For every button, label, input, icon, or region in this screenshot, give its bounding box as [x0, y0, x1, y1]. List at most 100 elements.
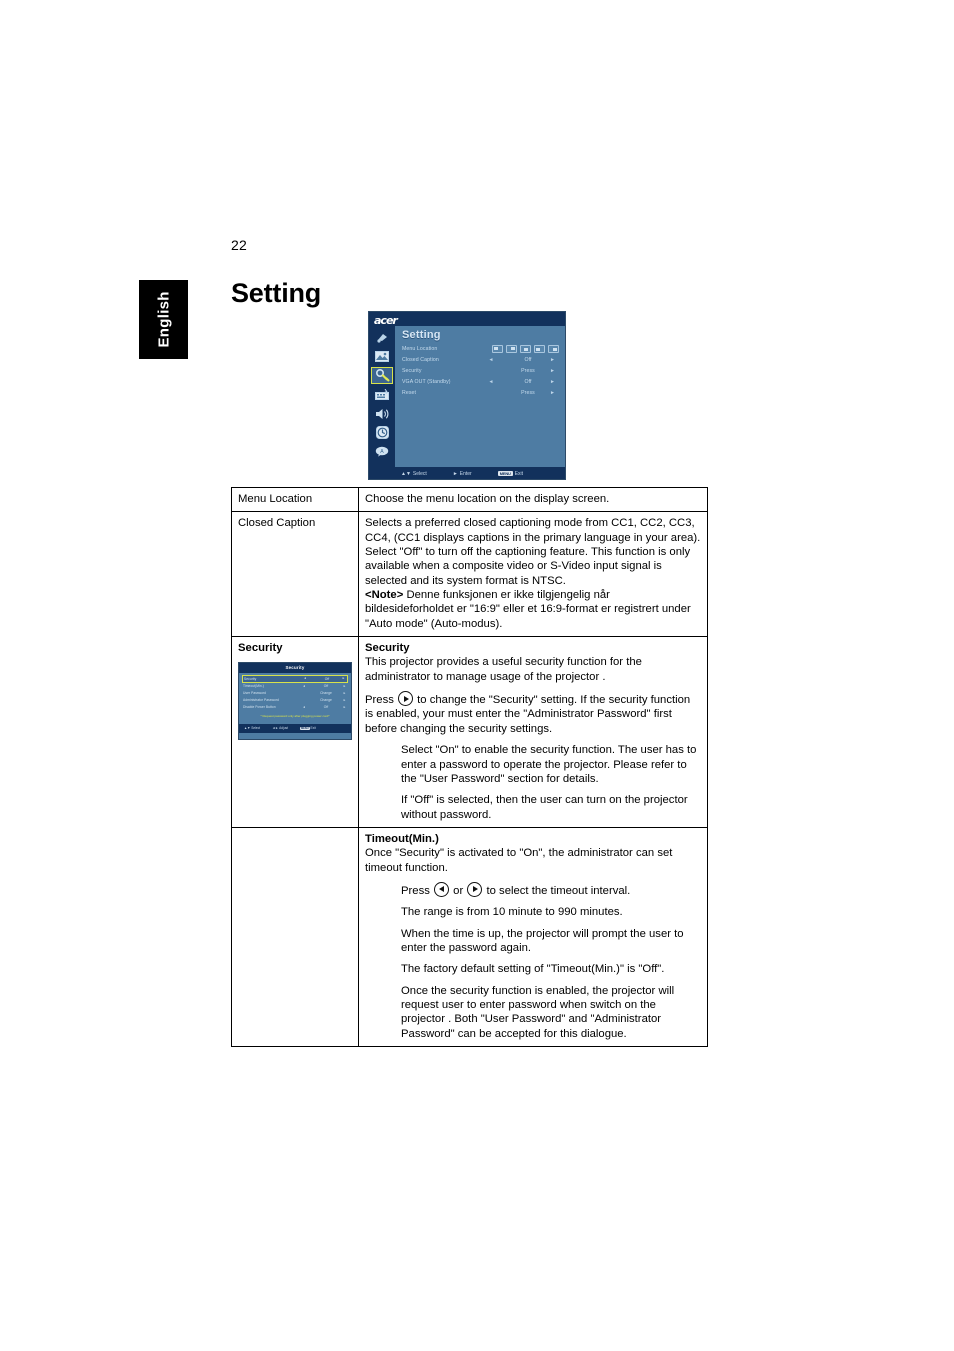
- section-intro: Once "Security" is activated to "On", th…: [365, 847, 673, 874]
- footer-select: ▲▼ Select: [401, 471, 427, 477]
- location-top-right-icon[interactable]: [506, 344, 517, 353]
- right-arrow-icon[interactable]: ►: [548, 357, 559, 363]
- left-arrow-icon[interactable]: ◄: [474, 357, 508, 363]
- press-instruction: Press or to select the timeout interval.: [401, 881, 701, 898]
- osd-body: A Setting Menu Location Closed Caption ◄…: [369, 326, 565, 467]
- timer-clock-icon[interactable]: [371, 424, 393, 441]
- osd-security-footer: ▲▼ Select ◄► Adjust MENU Exit: [239, 723, 351, 733]
- row-value: Off: [324, 676, 330, 681]
- footer-select: ▲▼ Select: [244, 726, 260, 730]
- osd-security-row-security[interactable]: Security ◄ Off ►: [242, 675, 348, 684]
- right-arrow-icon[interactable]: ►: [548, 379, 559, 385]
- osd-security-row-timeout[interactable]: Timeout(Min.) ◄ Off ►: [242, 683, 348, 690]
- management-icon[interactable]: [371, 386, 393, 403]
- footer-exit-label: Exit: [310, 726, 316, 731]
- row-label: Closed Caption: [238, 517, 316, 530]
- row-label: Timeout(Min.): [243, 684, 264, 689]
- row-note: <Note> Denne funksjonen er ikke tilgjeng…: [365, 588, 701, 631]
- section-heading: Timeout(Min.): [365, 832, 439, 845]
- audio-speaker-icon[interactable]: [371, 405, 393, 422]
- osd-row-closed-caption[interactable]: Closed Caption ◄ Off ►: [402, 354, 559, 365]
- osd-security-note: * Request password only after plugging p…: [260, 714, 330, 719]
- location-bottom-right-icon[interactable]: [548, 344, 559, 353]
- right-arrow-icon[interactable]: ►: [338, 691, 348, 696]
- left-arrow-icon[interactable]: ◄: [294, 705, 314, 710]
- osd-security-row-user-password[interactable]: User Password Change ►: [242, 690, 348, 697]
- right-arrow-icon[interactable]: ►: [339, 676, 347, 681]
- bullet-item: If "Off" is selected, then the user can …: [401, 794, 688, 821]
- bullet-item: The range is from 10 minute to 990 minut…: [401, 906, 623, 919]
- row-label: Security: [238, 642, 283, 655]
- press-middle: or: [453, 884, 464, 897]
- language-tab: English: [139, 280, 188, 359]
- bullet-item: The factory default setting of "Timeout(…: [401, 963, 665, 976]
- right-arrow-icon[interactable]: ►: [338, 698, 348, 703]
- bullet-item: Select "On" to enable the security funct…: [401, 744, 697, 785]
- row-description-cell: Security This projector provides a usefu…: [358, 636, 708, 828]
- row-value: Change: [320, 691, 332, 696]
- osd-row-menu-location[interactable]: Menu Location: [402, 343, 559, 354]
- row-label: Security: [244, 676, 257, 681]
- note-label: <Note>: [365, 589, 404, 602]
- osd-footer: ▲▼ Select ► Enter MENU Exit: [369, 467, 565, 479]
- right-button-icon[interactable]: [398, 691, 414, 707]
- table-row: Security Security Security ◄ Off ► Timeo…: [231, 636, 708, 828]
- left-arrow-icon[interactable]: ◄: [474, 379, 508, 385]
- setting-wrench-icon[interactable]: [371, 367, 393, 384]
- right-arrow-icon: ►: [452, 470, 458, 477]
- osd-title: Setting: [402, 329, 441, 341]
- osd-security-row-disable-power-button[interactable]: Disable Power Button ◄ Off ►: [242, 704, 348, 711]
- location-bottom-left-icon[interactable]: [534, 344, 545, 353]
- press-suffix: to change the "Security" setting. If the…: [365, 694, 691, 735]
- row-label-cell: Security Security Security ◄ Off ► Timeo…: [231, 636, 359, 828]
- osd-setting-screenshot: acer A Setting Menu Location Closed Capt…: [368, 311, 566, 480]
- left-button-icon[interactable]: [434, 881, 450, 897]
- osd-sidebar: A: [369, 326, 395, 467]
- menu-key-chip: MENU: [497, 471, 513, 476]
- left-arrow-icon[interactable]: ◄: [294, 684, 314, 689]
- right-arrow-icon[interactable]: ►: [338, 684, 348, 689]
- footer-adjust: ◄► Adjust: [272, 726, 288, 730]
- right-button-icon[interactable]: [467, 881, 483, 897]
- menu-location-options[interactable]: [492, 344, 559, 353]
- table-row: Timeout(Min.) Once "Security" is activat…: [231, 826, 708, 1048]
- image-icon[interactable]: [371, 348, 393, 365]
- footer-exit-label: Exit: [514, 470, 524, 477]
- footer-select-label: Select: [251, 726, 261, 731]
- osd-row-reset[interactable]: Reset Press ►: [402, 387, 559, 398]
- press-instruction: Press to change the "Security" setting. …: [365, 691, 701, 736]
- osd-row-label: Security: [402, 367, 422, 374]
- language-icon[interactable]: A: [371, 443, 393, 460]
- page-number: 22: [231, 237, 247, 253]
- right-arrow-icon[interactable]: ►: [338, 705, 348, 710]
- row-description-cell: Timeout(Min.) Once "Security" is activat…: [358, 826, 708, 1048]
- location-top-left-icon[interactable]: [492, 344, 503, 353]
- osd-row-value: Off: [524, 356, 532, 363]
- row-label: Disable Power Button: [243, 705, 276, 710]
- row-description: Choose the menu location on the display …: [365, 493, 610, 505]
- osd-row-security[interactable]: Security Press ►: [402, 365, 559, 376]
- osd-row-label: Menu Location: [402, 345, 438, 352]
- osd-row-label: Closed Caption: [402, 356, 439, 363]
- left-arrow-icon[interactable]: ◄: [295, 676, 315, 681]
- osd-row-vga-out-standby[interactable]: VGA OUT (Standby) ◄ Off ►: [402, 376, 559, 387]
- up-down-arrows-icon: ▲▼: [401, 470, 411, 477]
- note-text: Denne funksjonen er ikke tilgjengelig nå…: [365, 589, 691, 630]
- section-intro: This projector provides a useful securit…: [365, 656, 642, 683]
- row-description-cell: Selects a preferred closed captioning mo…: [358, 511, 708, 638]
- osd-security-row-administrator-password[interactable]: Administrator Password Change ►: [242, 697, 348, 704]
- press-prefix: Press: [401, 884, 430, 897]
- osd-security-rows: Security ◄ Off ► Timeout(Min.) ◄ Off ► U…: [239, 673, 351, 719]
- osd-content: Setting Menu Location Closed Caption ◄ O…: [395, 326, 565, 467]
- location-center-icon[interactable]: [520, 344, 531, 353]
- right-arrow-icon[interactable]: ►: [548, 390, 559, 396]
- osd-security-screenshot: Security Security ◄ Off ► Timeout(Min.) …: [238, 662, 352, 741]
- row-label-cell: [231, 826, 359, 1048]
- footer-select-label: Select: [412, 470, 427, 477]
- color-icon[interactable]: [371, 329, 393, 346]
- row-label-cell: Menu Location: [231, 486, 359, 513]
- up-down-arrows-icon: ▲▼: [244, 726, 251, 731]
- bullet-item: When the time is up, the projector will …: [401, 927, 684, 954]
- right-arrow-icon[interactable]: ►: [548, 368, 559, 374]
- svg-text:A: A: [380, 449, 384, 455]
